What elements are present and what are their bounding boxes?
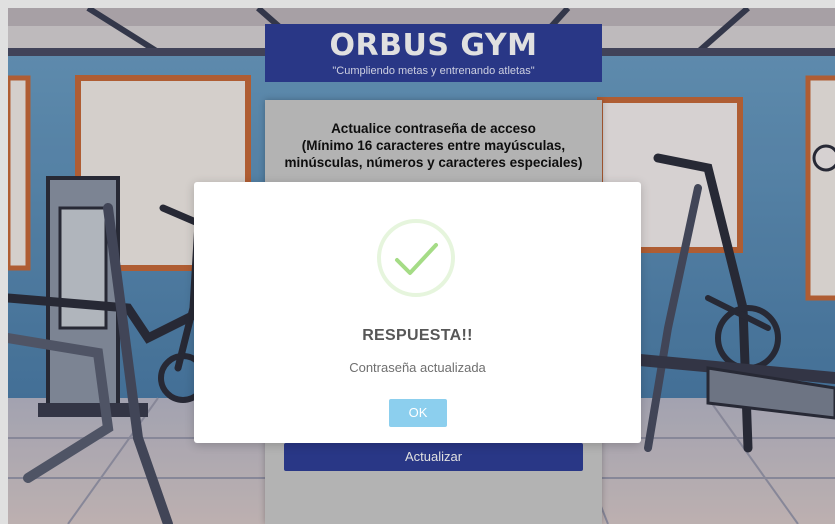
response-modal: RESPUESTA!! Contraseña actualizada OK bbox=[194, 182, 641, 443]
modal-message: Contraseña actualizada bbox=[349, 360, 486, 375]
checkmark-icon bbox=[377, 219, 455, 297]
modal-heading: RESPUESTA!! bbox=[362, 327, 473, 344]
ok-button[interactable]: OK bbox=[389, 399, 447, 427]
